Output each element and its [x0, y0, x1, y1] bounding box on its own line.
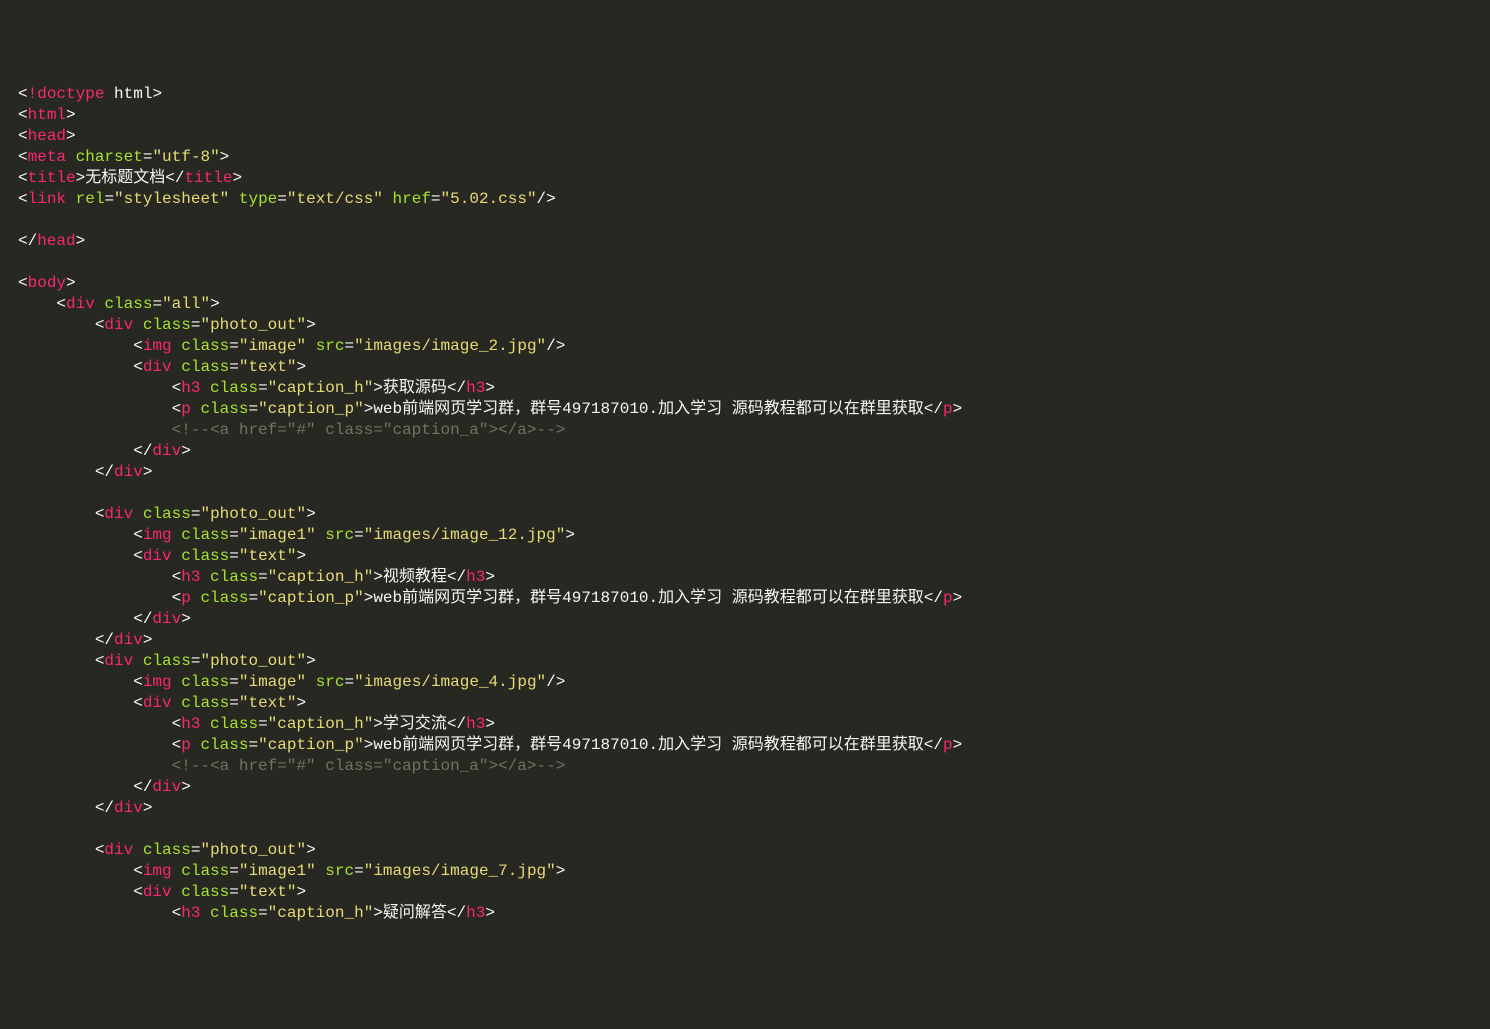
line-photo-out-1-close: </div> [95, 463, 153, 481]
line-title: <title>无标题文档</title> [18, 169, 242, 187]
line-photo-out-1: <div class="photo_out"> [95, 316, 316, 334]
line-div-text-2: <div class="text"> [133, 547, 306, 565]
line-div-text-4: <div class="text"> [133, 883, 306, 901]
line-photo-out-3-close: </div> [95, 799, 153, 817]
line-link: <link rel="stylesheet" type="text/css" h… [18, 190, 556, 208]
line-p-3: <p class="caption_p">web前端网页学习群，群号497187… [172, 736, 963, 754]
line-div-text-1: <div class="text"> [133, 358, 306, 376]
line-photo-out-2: <div class="photo_out"> [95, 505, 316, 523]
line-meta: <meta charset="utf-8"> [18, 148, 229, 166]
line-div-text-2-close: </div> [133, 610, 191, 628]
line-div-text-1-close: </div> [133, 442, 191, 460]
line-head-close: </head> [18, 232, 85, 250]
line-div-text-3: <div class="text"> [133, 694, 306, 712]
line-photo-out-3: <div class="photo_out"> [95, 652, 316, 670]
line-comment-1: <!--<a href="#" class="caption_a"></a>--… [172, 421, 566, 439]
line-h3-3: <h3 class="caption_h">学习交流</h3> [172, 715, 495, 733]
line-p-2: <p class="caption_p">web前端网页学习群，群号497187… [172, 589, 963, 607]
line-img-3: <img class="image" src="images/image_4.j… [133, 673, 565, 691]
line-comment-3: <!--<a href="#" class="caption_a"></a>--… [172, 757, 566, 775]
line-div-text-3-close: </div> [133, 778, 191, 796]
line-h3-1: <h3 class="caption_h">获取源码</h3> [172, 379, 495, 397]
line-img-4: <img class="image1" src="images/image_7.… [133, 862, 565, 880]
line-p-1: <p class="caption_p">web前端网页学习群，群号497187… [172, 400, 963, 418]
line-img-2: <img class="image1" src="images/image_12… [133, 526, 575, 544]
line-html-open: <html> [18, 106, 76, 124]
line-h3-4: <h3 class="caption_h">疑问解答</h3> [172, 904, 495, 922]
code-editor: <!doctype html> <html> <head> <meta char… [0, 84, 1490, 924]
line-div-all: <div class="all"> [56, 295, 219, 313]
line-img-1: <img class="image" src="images/image_2.j… [133, 337, 565, 355]
line-body-open: <body> [18, 274, 76, 292]
line-head-open: <head> [18, 127, 76, 145]
line-photo-out-2-close: </div> [95, 631, 153, 649]
line-doctype: <!doctype html> [18, 85, 162, 103]
line-photo-out-4: <div class="photo_out"> [95, 841, 316, 859]
line-h3-2: <h3 class="caption_h">视频教程</h3> [172, 568, 495, 586]
